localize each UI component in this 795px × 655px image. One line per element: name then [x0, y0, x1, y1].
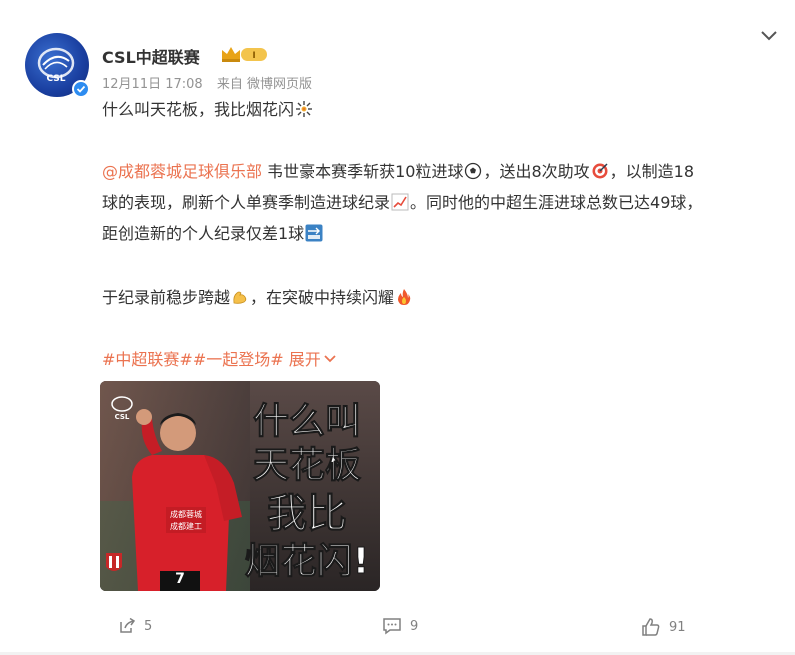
post-image[interactable]: CSL 7 成都蓉城 成都建工 什么叫 天花板 我比 烟花闪!	[100, 381, 380, 591]
svg-text:7: 7	[175, 571, 185, 587]
post-line-2: @成都蓉城足球俱乐部 韦世豪本赛季斩获10粒进球 ，送出8次助攻 ，以制造18	[102, 162, 695, 181]
mention-link[interactable]: @成都蓉城足球俱乐部	[102, 162, 262, 181]
member-crown-icon[interactable]: I	[219, 44, 269, 64]
svg-text:我比: 我比	[267, 491, 347, 537]
svg-text:什么叫: 什么叫	[253, 401, 361, 442]
post-line-4: 距创造新的个人纪录仅差1球	[102, 220, 324, 248]
target-emoji-icon	[592, 163, 608, 179]
verified-badge-icon	[72, 80, 90, 98]
hashtag-together[interactable]: #一起登场#	[193, 350, 284, 369]
svg-text:CSL: CSL	[47, 74, 66, 84]
chevron-down-icon	[324, 355, 336, 363]
repost-count: 5	[144, 618, 153, 634]
fire-emoji-icon	[398, 289, 411, 305]
comment-button[interactable]: 9	[382, 617, 418, 635]
post-date[interactable]: 12月11日 17:08	[102, 77, 203, 92]
repost-button[interactable]: 5	[118, 617, 152, 635]
soccer-ball-emoji-icon	[465, 162, 482, 180]
hashtag-csl[interactable]: #中超联赛#	[102, 350, 193, 369]
post-tags-line: #中超联赛##一起登场# 展开	[102, 346, 337, 374]
post-line-3: 球的表现，刷新个人单赛季制造进球纪录 。同时他的中超生涯进球总数已达49球，	[102, 193, 703, 212]
svg-text:成都建工: 成都建工	[170, 521, 202, 531]
soon-arrow-emoji-icon	[305, 224, 323, 242]
like-button[interactable]: 91	[641, 617, 686, 637]
comment-count: 9	[410, 618, 419, 634]
svg-text:成都蓉城: 成都蓉城	[170, 509, 202, 519]
expand-button[interactable]: 展开	[289, 350, 337, 369]
post-source: 来自 微博网页版	[216, 77, 312, 92]
chevron-down-icon[interactable]	[760, 30, 778, 42]
like-count: 91	[669, 619, 686, 635]
svg-text:烟花闪!: 烟花闪!	[245, 541, 369, 582]
author-name[interactable]: CSL中超联赛	[102, 44, 200, 68]
post-meta: 12月11日 17:08 来自 微博网页版	[102, 73, 322, 92]
fireworks-emoji-icon	[296, 101, 313, 117]
share-icon	[120, 617, 136, 633]
svg-text:CSL: CSL	[115, 413, 130, 421]
post-line-1: 什么叫天花板，我比烟花闪	[102, 96, 314, 124]
thumbs-up-icon	[642, 618, 660, 636]
poster-graphic: CSL 7 成都蓉城 成都建工 什么叫 天花板 我比 烟花闪!	[100, 381, 380, 591]
comment-icon	[383, 618, 401, 635]
csl-logo-icon: CSL	[37, 47, 75, 84]
club-crest-icon	[106, 553, 122, 571]
flexed-biceps-emoji-icon	[233, 291, 247, 304]
svg-text:天花板: 天花板	[253, 445, 361, 486]
svg-text:I: I	[252, 51, 255, 61]
post-line-5: 于纪录前稳步跨越 ，在突破中持续闪耀	[102, 284, 414, 312]
chart-increasing-emoji-icon	[391, 193, 409, 211]
